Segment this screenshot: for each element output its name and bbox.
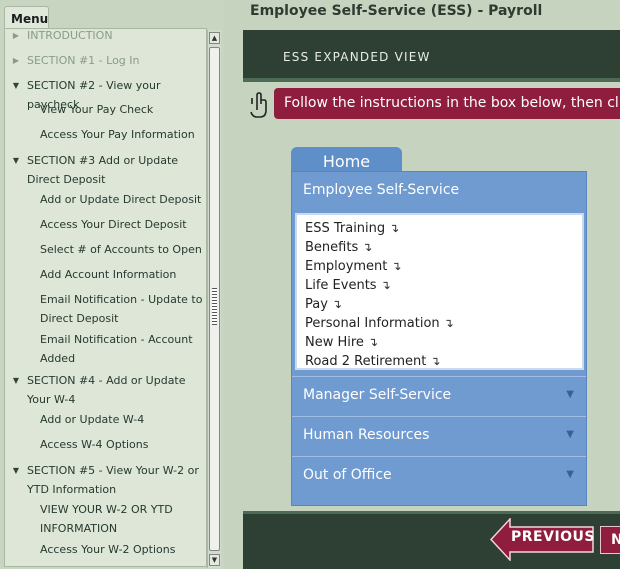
menu-section[interactable]: ▶ INTRODUCTION xyxy=(13,29,205,45)
section-label: Human Resources xyxy=(303,427,430,443)
previous-label: PREVIOUS xyxy=(511,529,596,545)
submenu-arrow-icon: ↴ xyxy=(443,316,454,330)
instruction-bar: Follow the instructions in the box below… xyxy=(274,88,620,119)
menu-item[interactable]: Select # of Accounts to Open xyxy=(40,240,203,259)
section-label: Manager Self-Service xyxy=(303,387,452,403)
ess-link-label: Road 2 Retirement xyxy=(305,354,427,369)
sidebar: Menu ▶ INTRODUCTION ▶ SECTION #1 - Log In ▼ S… xyxy=(0,0,224,569)
ess-link[interactable]: ESS Training ↴ xyxy=(305,219,399,238)
menu-section[interactable]: ▼ SECTION #2 - View your paycheck xyxy=(13,76,205,111)
ess-link[interactable]: Benefits ↴ xyxy=(305,238,372,257)
triangle-down-icon[interactable]: ▼ xyxy=(11,76,21,95)
menu-item[interactable]: Email Notification - Update to Direct De… xyxy=(40,290,203,328)
ess-link[interactable]: New Hire ↴ xyxy=(305,333,378,352)
menu-label: VIEW YOUR W-2 OR YTD INFORMATION xyxy=(40,503,173,535)
submenu-arrow-icon: ↴ xyxy=(391,259,402,273)
menu-list: ▶ INTRODUCTION ▶ SECTION #1 - Log In ▼ SECTIO… xyxy=(4,28,207,567)
menu-label: Access Your Pay Information xyxy=(40,128,195,141)
submenu-arrow-icon: ↴ xyxy=(362,240,373,254)
menu-section[interactable]: ▼ SECTION #4 - Add or Update Your W-4 xyxy=(13,371,205,409)
next-button[interactable]: N xyxy=(600,526,620,554)
scroll-down-arrow-icon[interactable]: ▼ xyxy=(209,554,220,566)
manager-self-service-header[interactable]: Manager Self-Service ▼ xyxy=(292,376,586,412)
ess-link-label: Personal Information xyxy=(305,316,440,331)
menu-label: Add Account Information xyxy=(40,268,177,281)
menu-label: SECTION #4 - Add or Update Your W-4 xyxy=(27,374,186,406)
menu-section[interactable]: ▼ SECTION #3 Add or Update Direct Deposit xyxy=(13,151,205,189)
menu-label: SECTION #1 - Log In xyxy=(27,54,140,67)
menu-item[interactable]: Add Account Information xyxy=(40,265,203,284)
menu-item[interactable]: Email Notification - Account Added xyxy=(40,330,203,368)
menu-label: INTRODUCTION xyxy=(27,29,113,42)
ess-link[interactable]: Employment ↴ xyxy=(305,257,401,276)
ess-widget: Employee Self-Service ESS Training ↴ Benef… xyxy=(291,171,587,506)
employee-self-service-header[interactable]: Employee Self-Service xyxy=(292,172,586,208)
menu-section[interactable]: ▼ SECTION #5 - View Your W-2 or YTD Infor… xyxy=(13,461,205,499)
submenu-arrow-icon: ↴ xyxy=(430,354,441,368)
menu-label: Email Notification - Update to Direct De… xyxy=(40,293,203,325)
section-label: Out of Office xyxy=(303,467,392,483)
ess-link[interactable]: Pay ↴ xyxy=(305,295,342,314)
triangle-right-icon[interactable]: ▶ xyxy=(11,29,21,45)
submenu-arrow-icon: ↴ xyxy=(389,221,400,235)
menu-label: Add or Update Direct Deposit xyxy=(40,193,202,206)
ess-link-label: New Hire xyxy=(305,335,364,350)
menu-item[interactable]: Access W-4 Options xyxy=(40,435,203,454)
ess-link-label: ESS Training xyxy=(305,221,386,236)
chevron-down-icon: ▼ xyxy=(566,429,574,440)
ess-banner: ESS EXPANDED VIEW xyxy=(243,30,620,82)
menu-item[interactable]: Add or Update Direct Deposit xyxy=(40,190,203,209)
scroll-up-arrow-icon[interactable]: ▲ xyxy=(209,32,220,44)
submenu-arrow-icon: ↴ xyxy=(331,297,342,311)
menu-label: Access W-4 Options xyxy=(40,438,149,451)
menu-item[interactable]: Access Your Direct Deposit xyxy=(40,215,203,234)
ess-link-label: Benefits xyxy=(305,240,359,255)
menu-label: SECTION #3 Add or Update Direct Deposit xyxy=(27,154,179,186)
page-title: Employee Self-Service (ESS) - Payroll xyxy=(250,3,543,19)
menu-label: Email Notification - Account Added xyxy=(40,333,193,365)
triangle-down-icon[interactable]: ▼ xyxy=(11,461,21,480)
ess-link-label: Employment xyxy=(305,259,388,274)
ess-link[interactable]: Road 2 Retirement ↴ xyxy=(305,352,440,371)
chevron-down-icon: ▼ xyxy=(566,469,574,480)
human-resources-header[interactable]: Human Resources ▼ xyxy=(292,416,586,452)
menu-tab[interactable]: Menu xyxy=(4,6,49,28)
menu-item[interactable]: Add or Update W-4 xyxy=(40,410,203,429)
menu-label: Select # of Accounts to Open xyxy=(40,243,202,256)
pointer-cursor-icon xyxy=(250,92,267,118)
submenu-arrow-icon: ↴ xyxy=(380,278,391,292)
ess-link-label: Life Events xyxy=(305,278,377,293)
ess-link[interactable]: Life Events ↴ xyxy=(305,276,391,295)
menu-item[interactable]: Access Your W-2 Options xyxy=(40,540,203,559)
ess-link-label: Pay xyxy=(305,297,328,312)
menu-label: Access Your W-2 Options xyxy=(40,543,176,556)
menu-section[interactable]: ▶ SECTION #1 - Log In xyxy=(13,51,205,70)
out-of-office-header[interactable]: Out of Office ▼ xyxy=(292,456,586,492)
menu-label: Access Your Direct Deposit xyxy=(40,218,187,231)
home-tab[interactable]: Home xyxy=(291,147,402,173)
menu-label: Add or Update W-4 xyxy=(40,413,145,426)
ess-link[interactable]: Personal Information ↴ xyxy=(305,314,454,333)
menu-item[interactable]: Access Your Pay Information xyxy=(40,125,203,144)
menu-label: View Your Pay Check xyxy=(40,103,154,116)
triangle-down-icon[interactable]: ▼ xyxy=(11,371,21,390)
submenu-arrow-icon: ↴ xyxy=(367,335,378,349)
scroll-grip-icon xyxy=(212,288,217,325)
triangle-right-icon[interactable]: ▶ xyxy=(11,51,21,70)
menu-item[interactable]: VIEW YOUR W-2 OR YTD INFORMATION xyxy=(40,500,203,538)
ess-link-list: ESS Training ↴ Benefits ↴ Employment ↴ Life Ev… xyxy=(295,213,584,370)
chevron-down-icon: ▼ xyxy=(566,389,574,400)
scroll-thumb[interactable] xyxy=(209,47,220,551)
menu-scrollbar[interactable]: ▲ ▼ xyxy=(207,30,221,568)
banner-title: ESS EXPANDED VIEW xyxy=(283,50,431,64)
triangle-down-icon[interactable]: ▼ xyxy=(11,151,21,170)
menu-label: SECTION #5 - View Your W-2 or YTD Inform… xyxy=(27,464,199,496)
menu-item[interactable]: View Your Pay Check xyxy=(40,100,203,119)
